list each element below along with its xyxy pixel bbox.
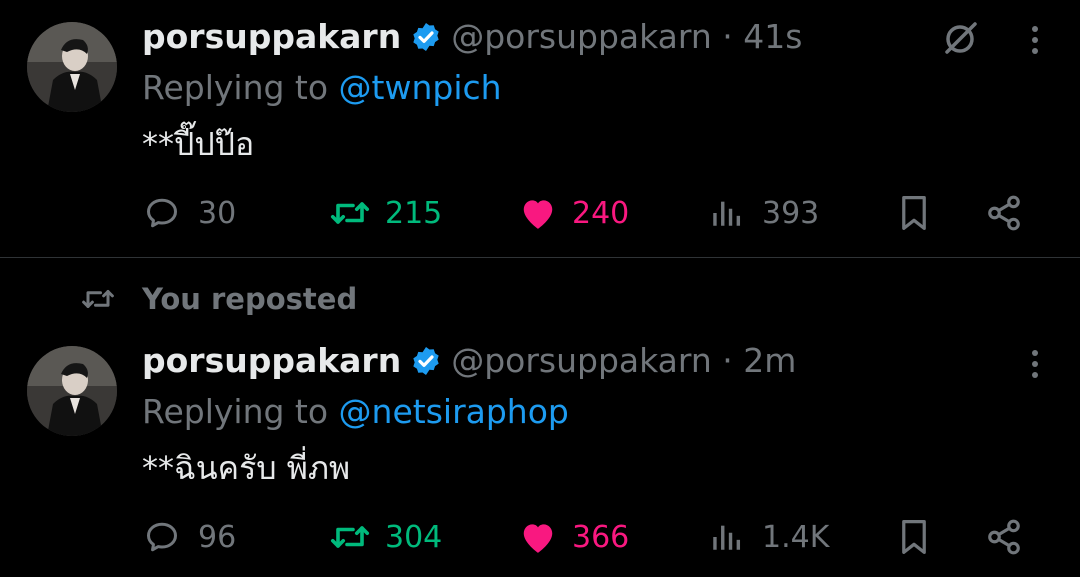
display-name[interactable]: porsuppakarn — [142, 20, 401, 53]
reply-count[interactable]: 30 — [198, 199, 236, 229]
repost-banner-text: You reposted — [142, 282, 358, 316]
reply-icon[interactable] — [144, 519, 180, 555]
avatar-photo — [27, 22, 117, 112]
replying-prefix: Replying to — [142, 68, 339, 107]
views-count[interactable]: 1.4K — [762, 523, 829, 553]
repost-count[interactable]: 304 — [385, 523, 442, 553]
post-header: porsuppakarn @porsuppakarn · 41s — [142, 20, 802, 53]
avatar[interactable] — [27, 22, 117, 112]
replying-to-link[interactable]: @twnpich — [339, 68, 502, 107]
handle-and-time[interactable]: @porsuppakarn · 41s — [451, 20, 802, 53]
handle-and-time[interactable]: @porsuppakarn · 2m — [451, 344, 796, 377]
views-count[interactable]: 393 — [762, 199, 819, 229]
avatar[interactable] — [27, 346, 117, 436]
replying-to: Replying to @twnpich — [142, 71, 502, 104]
share-icon[interactable] — [985, 518, 1023, 556]
replying-to-link[interactable]: @netsiraphop — [339, 392, 569, 431]
repost-count[interactable]: 215 — [385, 199, 442, 229]
post-text: **ปี๊ปป๊อ — [142, 125, 255, 163]
heart-icon[interactable] — [519, 519, 557, 555]
bookmark-icon[interactable] — [896, 194, 932, 232]
replying-to: Replying to @netsiraphop — [142, 395, 569, 428]
repost-icon[interactable] — [330, 195, 370, 231]
bookmark-icon[interactable] — [896, 518, 932, 556]
verified-badge-icon — [410, 21, 442, 53]
more-options-icon[interactable] — [1023, 348, 1047, 380]
heart-icon[interactable] — [519, 195, 557, 231]
more-options-icon[interactable] — [1023, 24, 1047, 56]
replying-prefix: Replying to — [142, 392, 339, 431]
avatar-photo — [27, 346, 117, 436]
repost-banner-icon — [80, 284, 116, 314]
verified-badge-icon — [410, 345, 442, 377]
like-count[interactable]: 240 — [572, 199, 629, 229]
display-name[interactable]: porsuppakarn — [142, 344, 401, 377]
like-count[interactable]: 366 — [572, 523, 629, 553]
views-icon[interactable] — [708, 196, 744, 230]
reply-count[interactable]: 96 — [198, 523, 236, 553]
repost-icon[interactable] — [330, 519, 370, 555]
reply-icon[interactable] — [144, 195, 180, 231]
share-icon[interactable] — [985, 194, 1023, 232]
divider — [0, 257, 1080, 258]
views-icon[interactable] — [708, 520, 744, 554]
grok-slash-icon[interactable] — [940, 19, 980, 59]
post-header: porsuppakarn @porsuppakarn · 2m — [142, 344, 796, 377]
post-text: **ฉินครับ พี่ภพ — [142, 449, 351, 487]
